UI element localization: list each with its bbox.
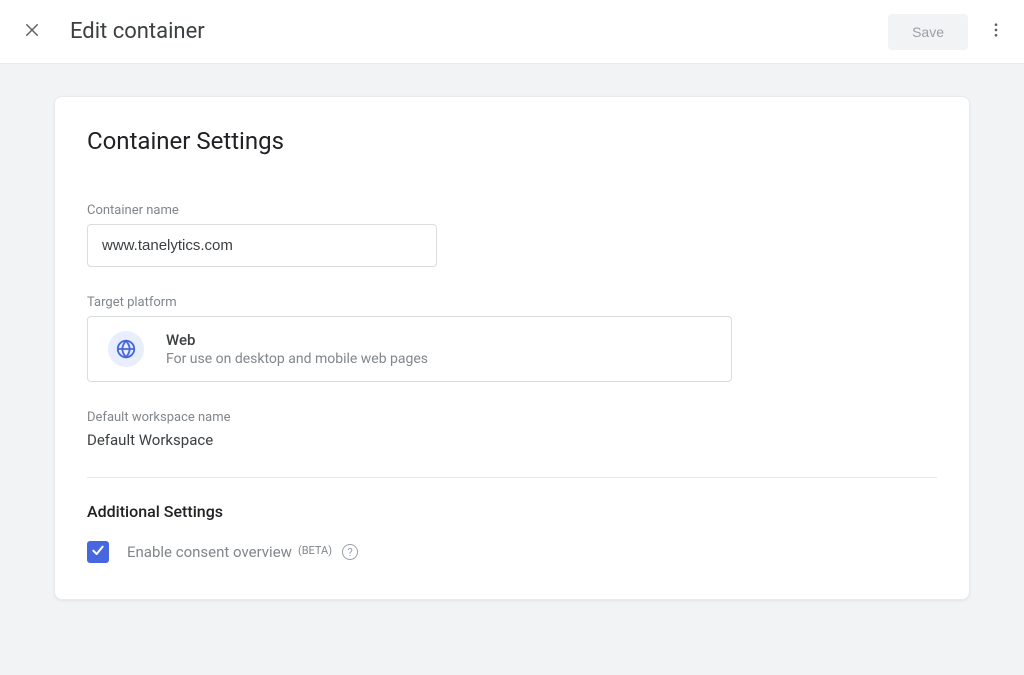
target-platform-section: Target platform Web For use on desktop a…: [87, 295, 937, 382]
consent-label: Enable consent overview: [127, 543, 292, 561]
save-button[interactable]: Save: [888, 14, 968, 50]
close-button[interactable]: [20, 20, 44, 44]
consent-checkbox[interactable]: [87, 541, 109, 563]
divider: [87, 477, 937, 478]
more-menu-button[interactable]: [984, 20, 1008, 44]
settings-card: Container Settings Container name Target…: [54, 96, 970, 600]
globe-icon: [108, 331, 144, 367]
container-name-section: Container name: [87, 203, 937, 267]
card-title: Container Settings: [87, 127, 937, 155]
container-name-input[interactable]: [87, 224, 437, 267]
target-platform-label: Target platform: [87, 295, 937, 310]
page-body: Container Settings Container name Target…: [0, 64, 1024, 675]
platform-title: Web: [166, 331, 428, 349]
consent-label-group: Enable consent overview (BETA) ?: [127, 543, 358, 561]
platform-selector[interactable]: Web For use on desktop and mobile web pa…: [87, 316, 732, 382]
close-icon: [23, 21, 41, 43]
consent-overview-row: Enable consent overview (BETA) ?: [87, 541, 937, 563]
default-workspace-value: Default Workspace: [87, 431, 937, 449]
header-bar: Edit container Save: [0, 0, 1024, 64]
checkmark-icon: [90, 542, 106, 562]
header-title: Edit container: [70, 19, 888, 44]
additional-settings-heading: Additional Settings: [87, 502, 937, 521]
default-workspace-label: Default workspace name: [87, 410, 937, 425]
platform-description: For use on desktop and mobile web pages: [166, 351, 428, 367]
more-vert-icon: [987, 21, 1005, 43]
platform-text: Web For use on desktop and mobile web pa…: [166, 331, 428, 367]
help-icon[interactable]: ?: [342, 544, 358, 560]
container-name-label: Container name: [87, 203, 937, 218]
default-workspace-section: Default workspace name Default Workspace: [87, 410, 937, 449]
beta-badge: (BETA): [298, 544, 332, 557]
